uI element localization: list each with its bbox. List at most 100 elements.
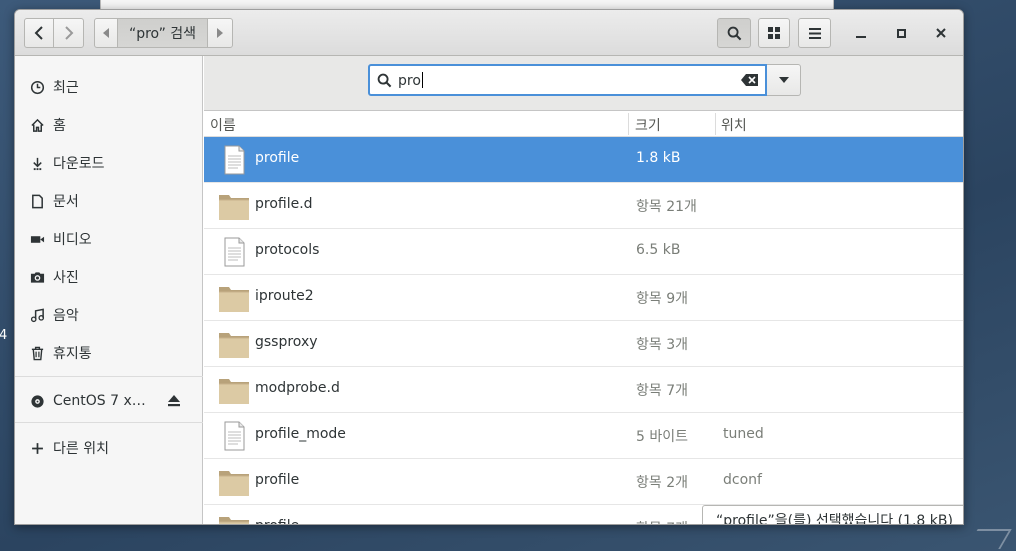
file-name: profile — [255, 472, 300, 488]
file-size: 항목 7개 — [636, 383, 688, 399]
clear-text-icon — [741, 74, 758, 86]
hamburger-menu-icon — [808, 27, 821, 39]
maximize-icon — [896, 28, 906, 38]
file-size: 항목 3개 — [636, 337, 688, 353]
file-name: modprobe.d — [255, 380, 340, 396]
sidebar-item-label: 다른 위치 — [53, 441, 109, 457]
file-name: profile_mode — [255, 426, 346, 442]
column-size-header[interactable]: 크기 — [635, 115, 661, 135]
file-manager-window: “pro” 검색 최근 홈 다운로드 문서 비디오 사진 음악 휴지통 Cent… — [14, 9, 964, 525]
sidebar-item-home[interactable]: 홈 — [15, 106, 203, 144]
file-location: dconf — [723, 472, 762, 488]
file-row[interactable]: profile 1.8 kB — [204, 137, 963, 183]
header-bar: “pro” 검색 — [15, 10, 963, 56]
sidebar-item-downloads[interactable]: 다운로드 — [15, 144, 203, 182]
trash-icon — [29, 345, 45, 361]
file-size: 항목 21개 — [636, 199, 697, 215]
grid-icon — [768, 27, 780, 39]
file-location: tuned — [723, 426, 764, 442]
sidebar-item-label: 홈 — [53, 118, 66, 134]
triangle-right-icon — [217, 28, 223, 38]
file-size: 6.5 kB — [636, 242, 681, 258]
file-size: 항목 9개 — [636, 291, 688, 307]
folder-icon — [218, 283, 250, 313]
sidebar-item-device[interactable]: CentOS 7 x… — [15, 382, 203, 420]
sidebar-item-label: 다운로드 — [53, 156, 105, 172]
file-size: 1.8 kB — [636, 150, 681, 166]
search-input[interactable]: pro — [368, 64, 767, 96]
file-size: 항목 2개 — [636, 475, 688, 491]
file-row[interactable]: iproute2 항목 9개 — [204, 275, 963, 321]
triangle-left-icon — [103, 28, 109, 38]
minimize-button[interactable] — [851, 24, 871, 42]
column-location-header[interactable]: 위치 — [721, 115, 747, 135]
download-icon — [29, 155, 45, 171]
plus-icon — [29, 440, 45, 456]
desktop-fragment: 4 — [0, 328, 8, 343]
file-row[interactable]: protocols 6.5 kB — [204, 229, 963, 275]
back-button[interactable] — [24, 18, 54, 48]
folder-icon — [218, 329, 250, 359]
sidebar-item-label: 휴지통 — [53, 346, 92, 362]
desktop-decoration — [966, 529, 1012, 549]
chevron-right-icon — [64, 26, 73, 40]
file-name: gssproxy — [255, 334, 318, 350]
selection-status: “profile”을(를) 선택했습니다 (1.8 kB) — [702, 505, 963, 524]
triangle-down-icon — [778, 77, 789, 83]
column-name-header[interactable]: 이름 — [210, 115, 236, 135]
clear-search-button[interactable] — [741, 73, 759, 91]
search-input-text: pro — [398, 72, 423, 89]
folder-icon — [218, 513, 250, 524]
video-icon — [29, 231, 45, 247]
sidebar-item-other-locations[interactable]: 다른 위치 — [15, 429, 203, 467]
music-icon — [29, 307, 45, 323]
sidebar-item-music[interactable]: 음악 — [15, 296, 203, 334]
file-name: protocols — [255, 242, 320, 258]
path-search-button[interactable]: “pro” 검색 — [117, 18, 208, 48]
sidebar-item-trash[interactable]: 휴지통 — [15, 334, 203, 372]
chevron-left-icon — [34, 26, 43, 40]
sidebar: 최근 홈 다운로드 문서 비디오 사진 음악 휴지통 CentOS 7 x… 다… — [15, 56, 203, 524]
file-row[interactable]: gssproxy 항목 3개 — [204, 321, 963, 367]
sidebar-item-label: 문서 — [53, 194, 79, 210]
file-row[interactable]: modprobe.d 항목 7개 — [204, 367, 963, 413]
sidebar-item-videos[interactable]: 비디오 — [15, 220, 203, 258]
search-toggle-button[interactable] — [717, 18, 751, 48]
disc-icon — [29, 393, 45, 409]
file-row[interactable]: profile 항목 2개 dconf — [204, 459, 963, 505]
text-file-icon — [218, 145, 250, 175]
path-scroll-right-button[interactable] — [207, 18, 233, 48]
grid-view-button[interactable] — [758, 18, 790, 48]
menu-button[interactable] — [798, 18, 831, 48]
path-label: “pro” 검색 — [128, 26, 197, 42]
text-file-icon — [218, 421, 250, 451]
folder-icon — [218, 191, 250, 221]
document-icon — [29, 193, 45, 209]
file-row[interactable]: profile_mode 5 바이트 tuned — [204, 413, 963, 459]
sidebar-item-pictures[interactable]: 사진 — [15, 258, 203, 296]
home-icon — [29, 117, 45, 133]
column-separator — [715, 113, 716, 135]
camera-icon — [29, 269, 45, 285]
close-button[interactable] — [931, 24, 951, 42]
column-separator — [628, 113, 629, 135]
forward-button[interactable] — [53, 18, 84, 48]
eject-icon — [168, 395, 180, 407]
sidebar-item-label: 음악 — [53, 308, 79, 324]
file-name: iproute2 — [255, 288, 314, 304]
file-name: profile — [255, 150, 300, 166]
search-icon — [727, 26, 741, 40]
search-options-dropdown[interactable] — [767, 64, 801, 96]
close-icon — [936, 28, 946, 38]
file-size: 항목 7개 — [636, 518, 688, 524]
file-row[interactable]: profile.d 항목 21개 — [204, 183, 963, 229]
sidebar-item-documents[interactable]: 문서 — [15, 182, 203, 220]
folder-icon — [218, 467, 250, 497]
sidebar-separator — [15, 422, 203, 423]
eject-button[interactable] — [167, 394, 181, 411]
path-scroll-left-button[interactable] — [94, 18, 118, 48]
maximize-button[interactable] — [891, 24, 911, 42]
sidebar-item-recent[interactable]: 최근 — [15, 68, 203, 106]
sidebar-separator — [15, 376, 203, 377]
folder-icon — [218, 375, 250, 405]
